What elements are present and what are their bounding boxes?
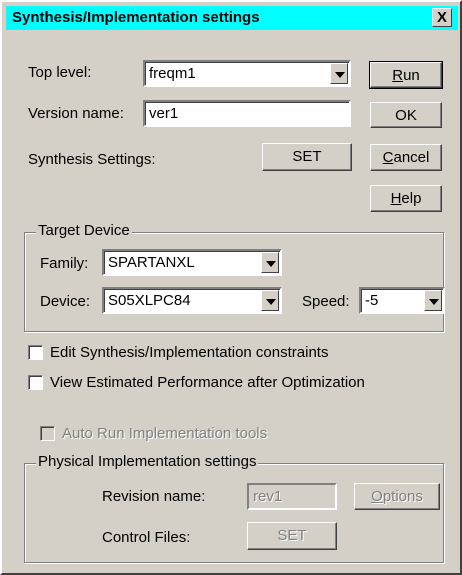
control-files-set-label: SET — [277, 527, 307, 544]
window-title: Synthesis/Implementation settings — [12, 9, 260, 26]
settings-dialog: Synthesis/Implementation settings X Top … — [0, 0, 462, 575]
chevron-down-icon[interactable] — [424, 290, 442, 311]
control-files-label: Control Files: — [102, 529, 191, 546]
auto-run-checkbox — [40, 426, 55, 441]
version-name-value: ver1 — [149, 105, 179, 122]
revision-name-value: rev1 — [253, 488, 283, 505]
synthesis-set-label: SET — [292, 148, 322, 165]
version-name-label: Version name: — [28, 105, 124, 122]
target-device-group — [24, 232, 444, 332]
run-label: Run — [392, 67, 420, 84]
synthesis-settings-label: Synthesis Settings: — [28, 151, 156, 168]
help-button[interactable]: Help — [370, 185, 442, 212]
device-label: Device: — [40, 293, 91, 310]
speed-label: Speed: — [302, 293, 350, 310]
device-combo[interactable]: S05XLPC84 — [102, 287, 282, 314]
help-label: Help — [390, 190, 422, 207]
ok-label: OK — [395, 107, 417, 124]
options-button: Options — [354, 483, 440, 510]
top-level-value: freqm1 — [149, 65, 196, 82]
chevron-down-icon[interactable] — [330, 63, 348, 84]
speed-value: -5 — [365, 292, 379, 309]
close-icon: X — [436, 9, 447, 26]
family-label: Family: — [40, 255, 89, 272]
auto-run-label: Auto Run Implementation tools — [62, 425, 268, 442]
revision-name-input: rev1 — [247, 483, 337, 510]
synthesis-set-button[interactable]: SET — [262, 143, 352, 171]
physical-implementation-title: Physical Implementation settings — [36, 453, 259, 470]
view-performance-label[interactable]: View Estimated Performance after Optimiz… — [50, 374, 365, 391]
cancel-label: Cancel — [382, 149, 430, 166]
chevron-down-icon[interactable] — [261, 252, 279, 273]
ok-button[interactable]: OK — [370, 102, 442, 128]
physical-implementation-group — [24, 463, 444, 563]
revision-name-label: Revision name: — [102, 488, 206, 505]
view-performance-checkbox[interactable] — [28, 375, 43, 390]
version-name-input[interactable]: ver1 — [143, 100, 351, 127]
run-button[interactable]: Run — [369, 61, 443, 89]
control-files-set-button: SET — [247, 522, 337, 550]
close-button[interactable]: X — [432, 8, 452, 27]
options-label: Options — [371, 488, 423, 505]
chevron-down-icon[interactable] — [261, 290, 279, 311]
target-device-title: Target Device — [36, 222, 132, 239]
top-level-combo[interactable]: freqm1 — [143, 60, 351, 87]
device-value: S05XLPC84 — [108, 292, 191, 309]
speed-combo[interactable]: -5 — [359, 287, 445, 314]
family-value: SPARTANXL — [108, 254, 195, 271]
cancel-button[interactable]: Cancel — [370, 144, 442, 171]
family-combo[interactable]: SPARTANXL — [102, 249, 282, 276]
edit-constraints-checkbox[interactable] — [28, 345, 43, 360]
top-level-label: Top level: — [28, 64, 92, 81]
title-bar[interactable]: Synthesis/Implementation settings X — [6, 6, 458, 30]
edit-constraints-label[interactable]: Edit Synthesis/Implementation constraint… — [50, 344, 328, 361]
